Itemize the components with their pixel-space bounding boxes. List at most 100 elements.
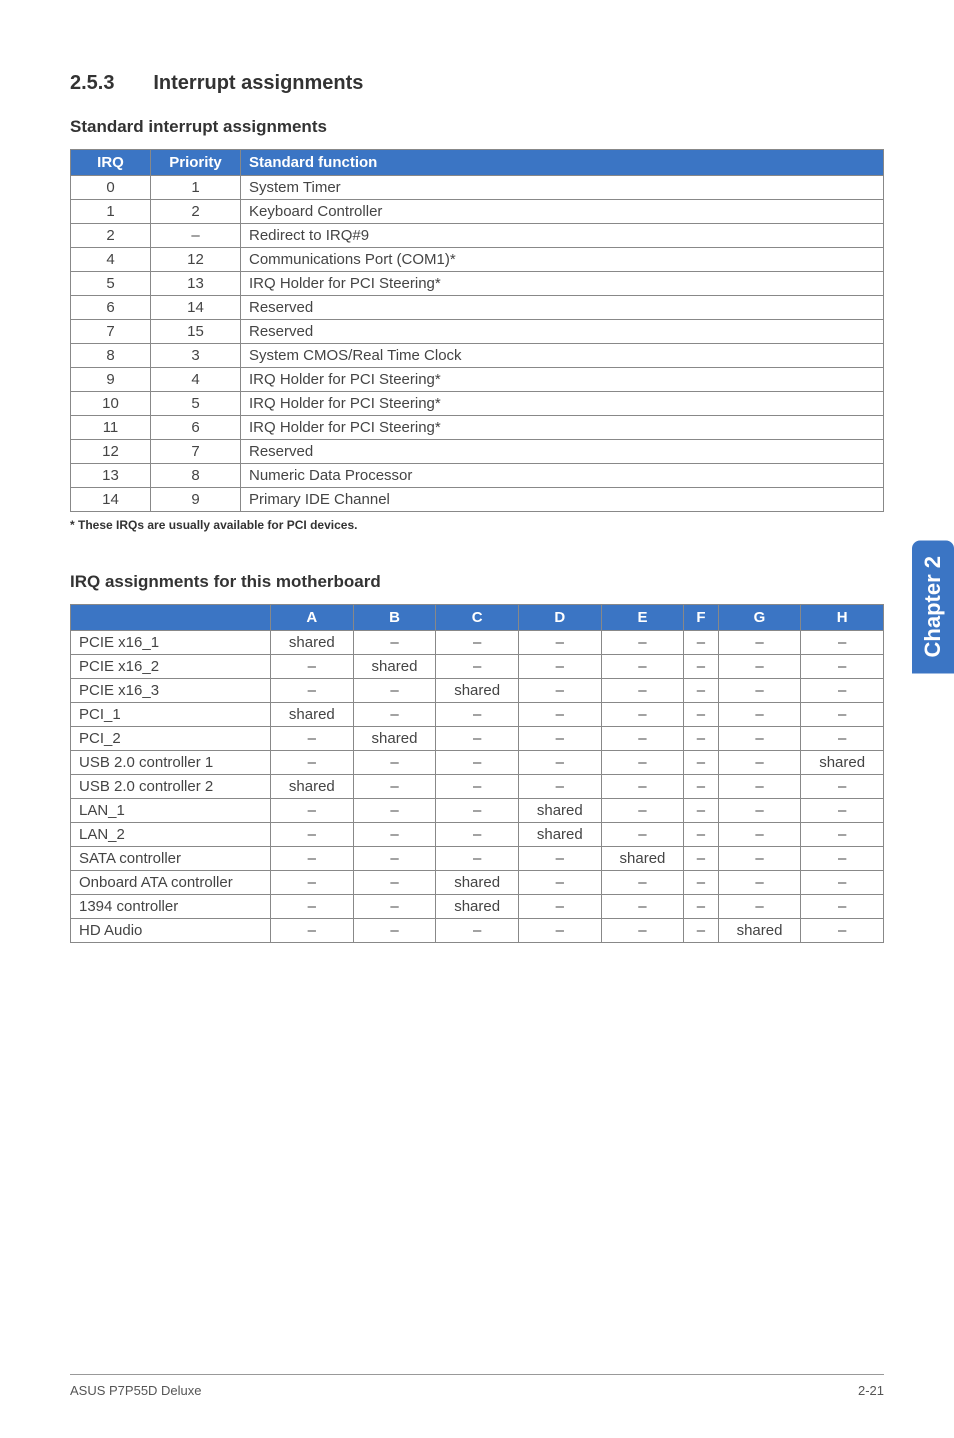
table-cell: – [436, 919, 519, 943]
table-cell: – [518, 919, 601, 943]
irq-header-priority: Priority [151, 150, 241, 176]
table-cell: shared [436, 871, 519, 895]
assign-table-header-row: ABCDEFGH [71, 605, 884, 631]
table-row: 01System Timer [71, 176, 884, 200]
table-cell: – [684, 871, 718, 895]
irq-table-header-row: IRQ Priority Standard function [71, 150, 884, 176]
section-title: Interrupt assignments [153, 72, 363, 95]
table-cell: – [718, 847, 801, 871]
table-cell: – [436, 775, 519, 799]
table-row: 12Keyboard Controller [71, 200, 884, 224]
assign-header-cell: B [353, 605, 436, 631]
table-cell: – [271, 871, 354, 895]
table-cell: shared [271, 775, 354, 799]
table-cell: – [436, 631, 519, 655]
table-cell: 8 [71, 344, 151, 368]
table-cell: – [353, 631, 436, 655]
assign-table: ABCDEFGH PCIE x16_1shared–––––––PCIE x16… [70, 604, 884, 943]
table-cell: Redirect to IRQ#9 [241, 224, 884, 248]
table-cell: – [271, 847, 354, 871]
table-cell: – [684, 799, 718, 823]
table-cell: – [601, 919, 684, 943]
table-row: USB 2.0 controller 1–––––––shared [71, 751, 884, 775]
table-cell: System CMOS/Real Time Clock [241, 344, 884, 368]
table-row: 715Reserved [71, 320, 884, 344]
assign-header-cell: A [271, 605, 354, 631]
table-cell: – [801, 727, 884, 751]
table-cell: – [801, 847, 884, 871]
table-cell: 1 [71, 200, 151, 224]
table-cell: 5 [71, 272, 151, 296]
table-cell: – [718, 895, 801, 919]
table-cell: 9 [151, 488, 241, 512]
table-cell: shared [718, 919, 801, 943]
table-cell: – [353, 919, 436, 943]
table-cell: – [271, 679, 354, 703]
table-cell: – [601, 751, 684, 775]
table-cell: – [436, 703, 519, 727]
table-cell: Communications Port (COM1)* [241, 248, 884, 272]
assign-header-cell: E [601, 605, 684, 631]
table-cell: – [353, 871, 436, 895]
page-footer: ASUS P7P55D Deluxe 2-21 [70, 1374, 884, 1398]
row-label: PCIE x16_2 [71, 655, 271, 679]
table-cell: – [601, 871, 684, 895]
table-cell: shared [436, 895, 519, 919]
table-cell: – [684, 895, 718, 919]
table-cell: – [271, 799, 354, 823]
assign-header-cell: H [801, 605, 884, 631]
row-label: SATA controller [71, 847, 271, 871]
table-cell: – [436, 751, 519, 775]
table-cell: – [718, 751, 801, 775]
table-cell: – [601, 655, 684, 679]
table-row: LAN_1–––shared–––– [71, 799, 884, 823]
mb-subheading: IRQ assignments for this motherboard [70, 572, 884, 592]
table-cell: 2 [71, 224, 151, 248]
table-cell: – [718, 655, 801, 679]
row-label: PCIE x16_1 [71, 631, 271, 655]
table-row: 149Primary IDE Channel [71, 488, 884, 512]
chapter-side-tab: Chapter 2 [912, 540, 954, 673]
table-cell: – [601, 703, 684, 727]
table-cell: Reserved [241, 296, 884, 320]
table-row: 138Numeric Data Processor [71, 464, 884, 488]
table-cell: – [271, 751, 354, 775]
row-label: USB 2.0 controller 2 [71, 775, 271, 799]
table-cell: – [271, 919, 354, 943]
row-label: USB 2.0 controller 1 [71, 751, 271, 775]
table-row: 1394 controller––shared––––– [71, 895, 884, 919]
table-cell: shared [518, 799, 601, 823]
table-cell: – [718, 631, 801, 655]
table-cell: – [518, 703, 601, 727]
table-cell: – [353, 799, 436, 823]
table-cell: – [801, 799, 884, 823]
table-row: USB 2.0 controller 2shared––––––– [71, 775, 884, 799]
table-cell: – [271, 895, 354, 919]
table-cell: – [436, 823, 519, 847]
table-cell: Numeric Data Processor [241, 464, 884, 488]
table-row: 513IRQ Holder for PCI Steering* [71, 272, 884, 296]
table-cell: – [518, 895, 601, 919]
table-cell: – [801, 895, 884, 919]
table-cell: – [271, 727, 354, 751]
irq-header-func: Standard function [241, 150, 884, 176]
row-label: PCI_2 [71, 727, 271, 751]
irq-table: IRQ Priority Standard function 01System … [70, 149, 884, 512]
table-cell: shared [271, 703, 354, 727]
table-cell: shared [353, 727, 436, 751]
table-cell: – [353, 847, 436, 871]
table-cell: – [601, 895, 684, 919]
table-cell: – [684, 631, 718, 655]
table-cell: – [518, 847, 601, 871]
table-cell: shared [801, 751, 884, 775]
table-cell: Reserved [241, 320, 884, 344]
table-cell: – [518, 751, 601, 775]
row-label: HD Audio [71, 919, 271, 943]
table-cell: – [353, 823, 436, 847]
table-cell: – [601, 775, 684, 799]
table-cell: – [801, 703, 884, 727]
irq-header-irq: IRQ [71, 150, 151, 176]
table-cell: IRQ Holder for PCI Steering* [241, 416, 884, 440]
table-row: Onboard ATA controller––shared––––– [71, 871, 884, 895]
table-cell: – [684, 775, 718, 799]
